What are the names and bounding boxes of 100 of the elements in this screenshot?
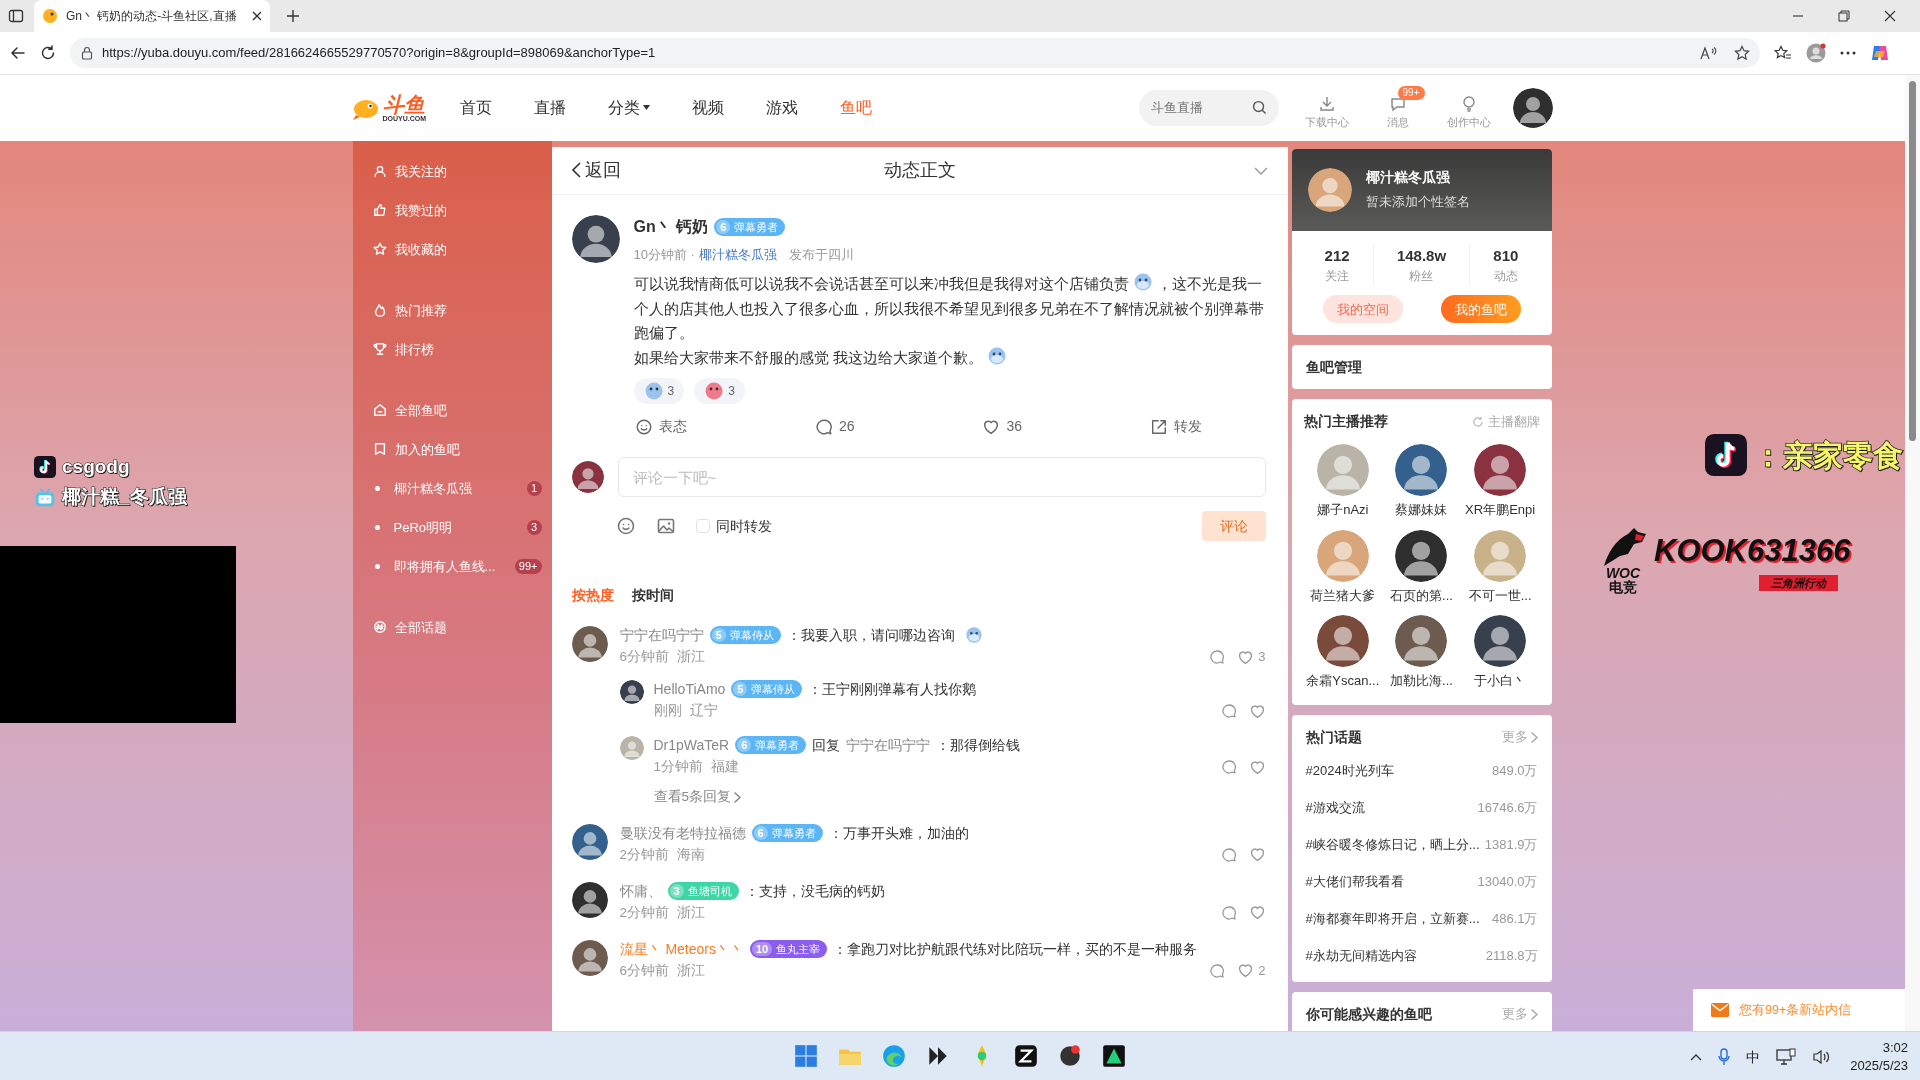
reply-button[interactable] — [1220, 904, 1237, 921]
refresh-icon[interactable] — [40, 44, 56, 61]
chevron-down-icon[interactable] — [1253, 167, 1268, 176]
view-replies-link[interactable]: 查看5条回复 — [653, 787, 741, 808]
action-button[interactable]: 26 — [815, 416, 855, 438]
avatar — [1395, 615, 1448, 668]
sidebar-item[interactable]: 排行榜 — [352, 329, 552, 369]
sidebar-item[interactable]: 我关注的 — [352, 151, 552, 191]
browser-tab[interactable]: Gn丶 钙奶的动态-斗鱼社区,直播 — [34, 0, 270, 32]
sidebar-item[interactable]: PeRo明明 — [393, 517, 453, 538]
streamer-name[interactable]: 娜子nAzi — [1317, 500, 1369, 520]
topic-link[interactable]: #海都赛年即将开启，立新赛... — [1305, 908, 1480, 929]
input-method-indicator[interactable]: 中 — [1746, 1046, 1761, 1068]
header-tool[interactable]: 消息 99+ — [1370, 85, 1425, 131]
reply-button[interactable] — [1220, 703, 1237, 720]
avatar — [1395, 444, 1448, 497]
more-icon[interactable] — [1840, 50, 1856, 55]
sidebar-item[interactable]: 我收藏的 — [352, 229, 552, 269]
smiley-icon[interactable] — [615, 516, 636, 537]
favorites-icon[interactable] — [1774, 44, 1792, 61]
reply-target-name[interactable]: 宁宁在吗宁宁 — [846, 734, 931, 757]
commenter-name[interactable]: 曼联没有老特拉福德 — [619, 821, 746, 844]
chevron-up-icon[interactable] — [1690, 1053, 1703, 1062]
sidebar-item[interactable]: 加入的鱼吧 — [352, 429, 552, 469]
profile-icon[interactable] — [1806, 42, 1826, 63]
sidebar-item[interactable]: 全部鱼吧 — [352, 390, 552, 430]
search-icon[interactable] — [1251, 100, 1267, 116]
nav-link[interactable]: 游戏 — [766, 95, 799, 120]
commenter-name[interactable]: Dr1pWaTeR — [653, 734, 730, 757]
reply-button[interactable] — [1220, 759, 1237, 776]
clock-date[interactable]: 2025/5/23 — [1850, 1057, 1908, 1076]
like-button[interactable]: 3 — [1237, 646, 1266, 669]
restore-icon[interactable] — [1838, 10, 1850, 22]
streamer-name[interactable]: 荷兰猪大爹 — [1310, 585, 1376, 606]
search-field[interactable]: 斗鱼直播 — [1138, 89, 1279, 126]
commenter-name[interactable]: 怀庸、 — [619, 879, 662, 902]
topic-link[interactable]: #2024时光列车 — [1305, 760, 1394, 781]
windows-icon[interactable] — [793, 1043, 819, 1070]
streamer-name[interactable]: 不可一世... — [1468, 585, 1532, 606]
scrollbar-thumb[interactable] — [1909, 80, 1916, 441]
action-button[interactable]: 36 — [982, 416, 1022, 438]
streamer-name[interactable]: 余霜Yscan... — [1306, 671, 1380, 691]
streamer-name[interactable]: 石页的第... — [1390, 585, 1453, 606]
app-icon[interactable] — [1013, 1043, 1039, 1070]
like-button[interactable] — [1248, 904, 1266, 922]
like-button[interactable] — [1248, 702, 1266, 720]
header-tool[interactable]: 下载中心 — [1298, 85, 1355, 131]
streamer-name[interactable]: XR年鹏Enpi — [1465, 500, 1536, 520]
reply-button[interactable] — [1209, 962, 1226, 979]
header-tool[interactable]: 创作中心 — [1440, 85, 1497, 131]
nav-link[interactable]: 首页 — [460, 95, 493, 120]
close-icon[interactable] — [252, 11, 262, 21]
commenter-name[interactable]: 宁宁在吗宁宁 — [619, 624, 704, 647]
star-icon[interactable] — [1734, 44, 1750, 61]
author-name[interactable]: Gn丶 钙奶 — [633, 214, 709, 239]
group-link[interactable]: 椰汁糕冬瓜强 — [698, 244, 777, 265]
microphone-icon[interactable] — [1718, 1048, 1731, 1067]
action-button[interactable]: 转发 — [1149, 416, 1202, 438]
sidebar-toggle-icon[interactable] — [8, 8, 24, 24]
nav-link[interactable]: 分类 — [608, 95, 651, 120]
app-icon[interactable] — [1101, 1043, 1127, 1070]
topic-link[interactable]: #永劫无间精选内容 — [1305, 945, 1417, 966]
sidebar-item[interactable]: 热门推荐 — [352, 290, 552, 330]
reply-button[interactable] — [1209, 649, 1226, 666]
close-icon[interactable] — [1884, 10, 1896, 22]
nav-link[interactable]: 鱼吧 — [840, 95, 873, 120]
browser-icon[interactable] — [881, 1043, 907, 1070]
streamer-name[interactable]: 于小白丶 — [1474, 671, 1527, 691]
back-icon[interactable] — [10, 44, 26, 61]
sidebar-item[interactable]: 全部话题 — [352, 607, 552, 647]
reaction-chip[interactable]: 3 — [633, 378, 685, 405]
commenter-name[interactable]: HelloTiAmo — [653, 678, 726, 701]
nav-link[interactable]: 视频 — [692, 95, 725, 120]
lock-icon[interactable] — [80, 45, 94, 60]
repost-checkbox[interactable] — [695, 519, 710, 534]
nav-link[interactable]: 直播 — [534, 95, 567, 120]
sort-tab[interactable]: 按热度 — [571, 585, 614, 607]
like-button[interactable]: 2 — [1237, 959, 1266, 982]
topic-link[interactable]: #峡谷暖冬修炼日记，晒上分... — [1305, 834, 1480, 855]
clock-time[interactable]: 3:02 — [1882, 1039, 1908, 1058]
sidebar-item[interactable]: 椰汁糕冬瓜强 — [393, 478, 472, 499]
reply-button[interactable] — [1220, 846, 1237, 863]
topic-link[interactable]: #大佬们帮我看看 — [1305, 871, 1404, 892]
reaction-chip[interactable]: 3 — [694, 378, 745, 405]
read-aloud-icon[interactable] — [1700, 45, 1718, 60]
profile-name[interactable]: 椰汁糕冬瓜强 — [1365, 168, 1470, 189]
like-button[interactable] — [1248, 846, 1266, 864]
sort-tab[interactable]: 按时间 — [631, 585, 674, 607]
sidebar-item[interactable]: 即将拥有人鱼线... — [393, 556, 496, 577]
streamer-name[interactable]: 加勒比海... — [1390, 671, 1453, 691]
volume-icon[interactable] — [1812, 1049, 1831, 1066]
sidebar-item[interactable]: 我赞过的 — [352, 190, 552, 230]
logo-text[interactable]: 斗鱼 — [382, 93, 427, 115]
like-button[interactable] — [1248, 758, 1266, 776]
back-button[interactable]: 返回 — [571, 156, 621, 184]
streamer-name[interactable]: 蔡娜妹妹 — [1395, 500, 1448, 520]
network-icon[interactable] — [1776, 1048, 1797, 1067]
action-button[interactable]: 表态 — [635, 416, 688, 438]
new-tab-icon[interactable] — [286, 9, 300, 23]
topic-link[interactable]: #游戏交流 — [1305, 797, 1365, 818]
